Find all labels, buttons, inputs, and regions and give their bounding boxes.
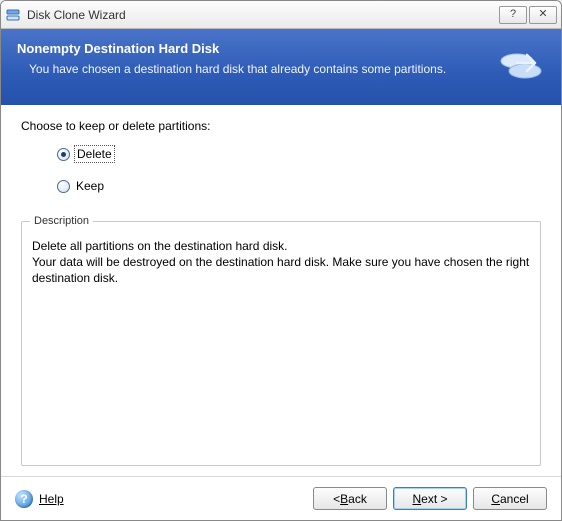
next-u: N xyxy=(412,492,421,506)
next-button[interactable]: Next > xyxy=(393,487,467,510)
help-icon: ? xyxy=(15,490,33,508)
options-prompt: Choose to keep or delete partitions: xyxy=(21,119,541,133)
option-delete-label: Delete xyxy=(76,147,113,161)
option-delete[interactable]: Delete xyxy=(57,147,541,161)
wizard-banner: Nonempty Destination Hard Disk You have … xyxy=(1,29,561,105)
help-button[interactable]: ? xyxy=(499,6,527,24)
description-legend: Description xyxy=(30,214,93,229)
back-prefix: < xyxy=(333,492,340,506)
window-title: Disk Clone Wizard xyxy=(27,8,497,22)
next-rest: ext > xyxy=(421,492,447,506)
back-rest: ack xyxy=(348,492,367,506)
help-link[interactable]: ? Help xyxy=(15,490,64,508)
description-line2: Your data will be destroyed on the desti… xyxy=(32,254,530,286)
radio-icon xyxy=(57,180,70,193)
wizard-window: Disk Clone Wizard ? ✕ Nonempty Destinati… xyxy=(0,0,562,521)
app-icon xyxy=(5,7,21,23)
cancel-u: C xyxy=(491,492,500,506)
close-button[interactable]: ✕ xyxy=(529,6,557,24)
cancel-rest: ancel xyxy=(500,492,529,506)
titlebar: Disk Clone Wizard ? ✕ xyxy=(1,1,561,29)
disks-icon xyxy=(497,41,545,89)
cancel-button[interactable]: Cancel xyxy=(473,487,547,510)
wizard-content: Choose to keep or delete partitions: Del… xyxy=(1,105,561,476)
description-box: Description Delete all partitions on the… xyxy=(21,221,541,466)
help-label: Help xyxy=(39,492,64,506)
description-line1: Delete all partitions on the destination… xyxy=(32,238,530,254)
back-button[interactable]: < Back xyxy=(313,487,387,510)
back-u: B xyxy=(340,492,348,506)
option-keep[interactable]: Keep xyxy=(57,179,541,193)
window-controls: ? ✕ xyxy=(497,6,557,24)
banner-subtext: You have chosen a destination hard disk … xyxy=(29,62,489,76)
option-keep-label: Keep xyxy=(76,179,104,193)
banner-text: Nonempty Destination Hard Disk You have … xyxy=(17,41,489,76)
banner-heading: Nonempty Destination Hard Disk xyxy=(17,41,489,56)
wizard-footer: ? Help < Back Next > Cancel xyxy=(1,476,561,520)
radio-icon xyxy=(57,148,70,161)
partition-options: Delete Keep xyxy=(57,147,541,211)
